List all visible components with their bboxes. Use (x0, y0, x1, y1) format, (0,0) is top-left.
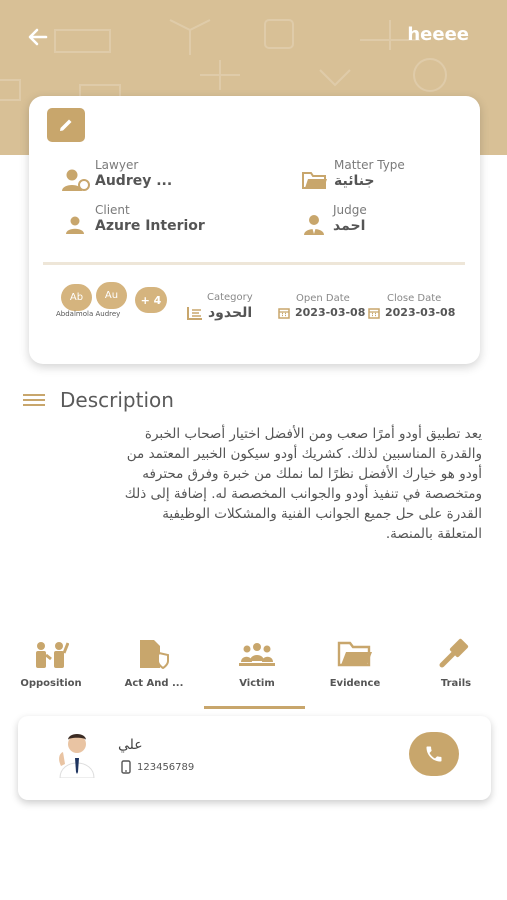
tab-label: Victim (239, 678, 275, 689)
category-list-icon (187, 307, 202, 320)
open-date-field: Open Date 2023-03-08 (278, 293, 365, 319)
judge-icon (304, 215, 324, 235)
call-button[interactable] (409, 732, 459, 776)
description-line: المتعلقة بالمنصة. (385, 526, 482, 542)
assignee-avatar[interactable]: Au (96, 282, 127, 309)
close-date-label: Close Date (387, 293, 442, 304)
contact-phone-row: 123456789 (121, 760, 194, 774)
tab-label: Evidence (329, 678, 381, 689)
category-value: الحدود (208, 305, 253, 321)
edit-button[interactable] (47, 108, 85, 142)
contact-name: علي (118, 737, 143, 753)
tab-label: Act And ... (124, 678, 184, 689)
calendar-icon (368, 307, 380, 319)
menu-lines-icon (23, 394, 45, 406)
client-field: Client Azure Interior (65, 203, 205, 234)
matter-type-field: Matter Type جنائية (302, 158, 405, 189)
judge-label: Judge (333, 203, 367, 217)
description-line: أودو هو خيارك الأفضل نظرًا لما نملك من خ… (142, 466, 482, 482)
person-icon (66, 216, 84, 234)
tab-label: Trails (440, 678, 472, 689)
lawyer-icon (62, 169, 90, 191)
matter-type-label: Matter Type (334, 158, 405, 172)
page-title: heeee (407, 24, 469, 45)
description-title: Description (60, 388, 174, 412)
gavel-icon (439, 638, 469, 668)
folder-icon (337, 641, 372, 667)
judge-field: Judge احمد (303, 203, 367, 235)
lawyer-label: Lawyer (95, 158, 139, 172)
contact-phone: 123456789 (137, 761, 195, 773)
matter-type-value: جنائية (334, 173, 375, 189)
tab-act-and[interactable]: Act And ... (104, 637, 204, 689)
tab-victim[interactable]: Victim (207, 637, 307, 689)
judge-value: احمد (333, 218, 366, 234)
mobile-phone-icon (121, 760, 131, 774)
group-icon (239, 643, 275, 666)
active-tab-indicator (204, 706, 305, 709)
case-details-card: Lawyer Audrey ... Matter Type جنائية Cli… (29, 96, 480, 364)
assignee-avatar[interactable]: Ab (61, 284, 92, 311)
description-line: والقدرة المناسبين لذلك. كشريك أودو سيكون… (126, 446, 482, 462)
case-tabs: Opposition Act And ... Victim Evidence T… (0, 637, 507, 712)
close-date-field: Close Date 2023-03-08 (368, 293, 455, 319)
back-button[interactable] (24, 22, 54, 52)
avatar (59, 734, 95, 778)
client-value: Azure Interior (95, 218, 205, 234)
open-date-value: 2023-03-08 (295, 306, 366, 319)
client-label: Client (95, 203, 130, 217)
category-field: Category الحدود (187, 292, 253, 321)
description-text: يعد تطبيق أودو أمرًا صعب ومن الأفضل اختي… (22, 424, 482, 544)
folder-icon (302, 172, 327, 189)
assignee-names: Abdalmola Audrey (56, 310, 121, 318)
more-assignees-badge[interactable]: + 4 (135, 287, 167, 313)
people-icon (36, 642, 69, 668)
lawyer-field: Lawyer Audrey ... (61, 158, 173, 191)
contact-card[interactable]: علي 123456789 (18, 716, 491, 800)
calendar-icon (278, 307, 290, 319)
tab-opposition[interactable]: Opposition (1, 637, 101, 689)
pencil-icon (60, 119, 72, 131)
tab-trails[interactable]: Trails (406, 637, 506, 689)
phone-icon (426, 746, 442, 762)
category-label: Category (207, 292, 253, 303)
open-date-label: Open Date (296, 293, 350, 304)
document-shield-icon (140, 640, 169, 669)
description-header: Description (22, 388, 174, 412)
close-date-value: 2023-03-08 (385, 306, 456, 319)
description-line: القدرة على حل جميع الجوانب الفنية والمشك… (162, 506, 482, 522)
lawyer-value: Audrey ... (95, 173, 173, 189)
tab-evidence[interactable]: Evidence (305, 637, 405, 689)
description-line: ومتخصصة في تنفيذ أودو والجوانب المخصصة ل… (124, 486, 482, 502)
tab-label: Opposition (20, 678, 82, 689)
arrow-left-icon (28, 28, 48, 46)
divider (43, 262, 465, 265)
description-line: يعد تطبيق أودو أمرًا صعب ومن الأفضل اختي… (144, 426, 482, 442)
